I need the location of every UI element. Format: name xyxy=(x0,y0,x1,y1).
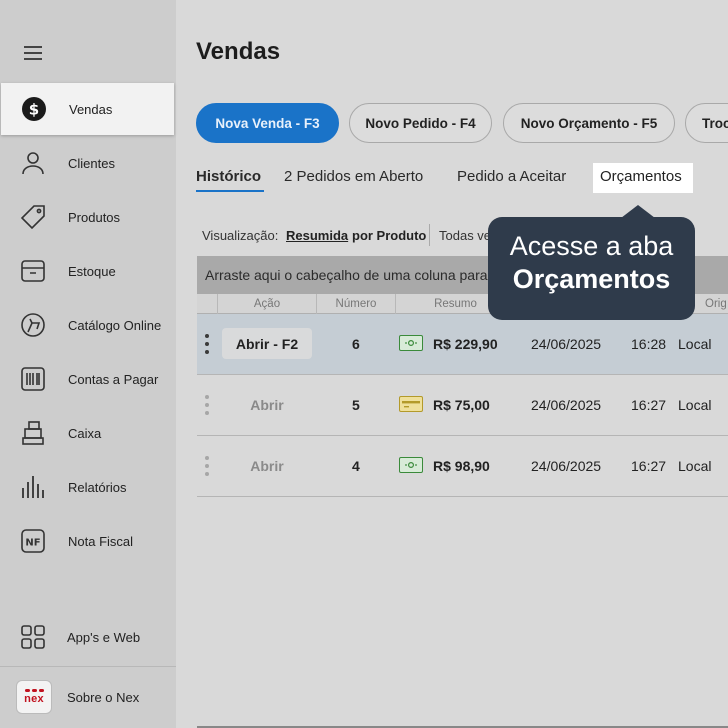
new-order-button[interactable]: Novo Pedido - F4 xyxy=(349,103,492,143)
bar-chart-icon xyxy=(20,474,46,500)
table-row[interactable]: Abrir - F2 6 R$ 229,90 24/06/2025 16:28 … xyxy=(197,314,728,375)
sidebar-divider xyxy=(0,666,176,667)
cell-date: 24/06/2025 xyxy=(531,336,602,352)
sidebar-item-label: Produtos xyxy=(68,209,121,225)
open-button[interactable]: Abrir - F2 xyxy=(222,328,312,359)
cell-number: 4 xyxy=(352,458,360,474)
tab-pedido-a-aceitar[interactable]: Pedido a Aceitar xyxy=(457,168,566,185)
table-row[interactable]: Abrir 4 R$ 98,90 24/06/2025 16:27 Local xyxy=(197,436,728,497)
tag-icon xyxy=(20,204,46,230)
active-tab-indicator xyxy=(196,190,264,192)
tooltip: Acesse a aba Orçamentos xyxy=(488,217,695,320)
new-quote-button[interactable]: Novo Orçamento - F5 xyxy=(503,103,675,143)
sidebar-item-sobre-nex[interactable]: Sobre o Nex xyxy=(0,671,176,723)
cell-amount: R$ 98,90 xyxy=(433,458,490,474)
header-numero[interactable]: Número xyxy=(316,294,395,314)
sidebar-item-catalogo[interactable]: Catálogo Online xyxy=(0,299,176,351)
cell-origin: Local xyxy=(678,397,712,413)
dollar-circle-icon: $ xyxy=(21,96,47,122)
more-options-icon[interactable] xyxy=(205,334,209,354)
card-icon xyxy=(399,396,423,412)
menu-icon[interactable] xyxy=(24,46,42,60)
cell-origin: Local xyxy=(678,458,712,474)
sidebar-item-nota-fiscal[interactable]: NF Nota Fiscal xyxy=(0,515,176,567)
page-title: Vendas xyxy=(196,38,281,65)
divider xyxy=(429,224,430,246)
header-select xyxy=(197,294,217,314)
cash-register-icon xyxy=(20,420,46,446)
view-label: Visualização: xyxy=(202,228,279,243)
cash-icon xyxy=(399,457,423,473)
sidebar-item-apps-web[interactable]: App's e Web xyxy=(0,611,176,663)
sidebar-item-vendas[interactable]: $ Vendas xyxy=(1,83,174,135)
open-button[interactable]: Abrir xyxy=(222,389,312,420)
sidebar-item-relatorios[interactable]: Relatórios xyxy=(0,461,176,513)
sidebar-item-label: Vendas xyxy=(69,101,113,117)
cash-icon xyxy=(399,335,423,351)
person-icon xyxy=(20,150,46,176)
sidebar: $ Vendas Clientes Produtos Estoque Catál… xyxy=(0,0,176,728)
tab-pedidos-em-aberto[interactable]: 2 Pedidos em Aberto xyxy=(284,168,423,185)
sidebar-item-produtos[interactable]: Produtos xyxy=(0,191,176,243)
sidebar-item-clientes[interactable]: Clientes xyxy=(0,137,176,189)
table-row[interactable]: Abrir 5 R$ 75,00 24/06/2025 16:27 Local xyxy=(197,375,728,436)
box-icon xyxy=(20,258,46,284)
cell-number: 6 xyxy=(352,336,360,352)
more-options-icon[interactable] xyxy=(205,456,209,476)
view-summary-option[interactable]: Resumida xyxy=(286,228,348,243)
cell-time: 16:27 xyxy=(631,458,667,474)
sidebar-item-label: Contas a Pagar xyxy=(68,371,159,387)
sidebar-item-contas-a-pagar[interactable]: Contas a Pagar xyxy=(0,353,176,405)
cell-date: 24/06/2025 xyxy=(531,458,602,474)
sidebar-item-label: App's e Web xyxy=(67,629,141,645)
cell-time: 16:28 xyxy=(631,336,667,352)
sidebar-item-label: Estoque xyxy=(68,263,116,279)
group-by-hint: Arraste aqui o cabeçalho de uma coluna p… xyxy=(205,267,488,283)
all-filter[interactable]: Todas ve xyxy=(439,228,491,243)
sidebar-item-label: Caixa xyxy=(68,425,102,441)
cell-time: 16:27 xyxy=(631,397,667,413)
sidebar-item-estoque[interactable]: Estoque xyxy=(0,245,176,297)
tab-orcamentos-label: Orçamentos xyxy=(600,168,682,185)
nf-icon: NF xyxy=(20,528,46,554)
svg-text:NF: NF xyxy=(25,538,40,549)
header-acao[interactable]: Ação xyxy=(217,294,316,314)
cell-origin: Local xyxy=(678,336,712,352)
open-button[interactable]: Abrir xyxy=(222,450,312,481)
cell-date: 24/06/2025 xyxy=(531,397,602,413)
tooltip-line-1: Acesse a aba xyxy=(509,231,674,261)
more-options-icon[interactable] xyxy=(205,395,209,415)
sidebar-item-label: Clientes xyxy=(68,155,115,171)
tooltip-line-2: Orçamentos xyxy=(512,264,671,294)
cell-amount: R$ 75,00 xyxy=(433,397,490,413)
tab-historico[interactable]: Histórico xyxy=(196,168,261,185)
barcode-icon xyxy=(20,366,46,392)
sidebar-item-caixa[interactable]: Caixa xyxy=(0,407,176,459)
sidebar-item-label: Sobre o Nex xyxy=(67,689,140,705)
sidebar-item-label: Relatórios xyxy=(68,479,127,495)
catalog-icon xyxy=(20,312,46,338)
cell-number: 5 xyxy=(352,397,360,413)
sidebar-item-label: Catálogo Online xyxy=(68,317,162,333)
svg-text:$: $ xyxy=(29,101,39,119)
exchange-button[interactable]: Troca xyxy=(685,103,728,143)
view-by-product-option[interactable]: por Produto xyxy=(352,228,426,243)
grid-icon xyxy=(20,624,46,650)
new-sale-button[interactable]: Nova Venda - F3 xyxy=(196,103,339,143)
sidebar-item-label: Nota Fiscal xyxy=(68,533,134,549)
cell-amount: R$ 229,90 xyxy=(433,336,498,352)
